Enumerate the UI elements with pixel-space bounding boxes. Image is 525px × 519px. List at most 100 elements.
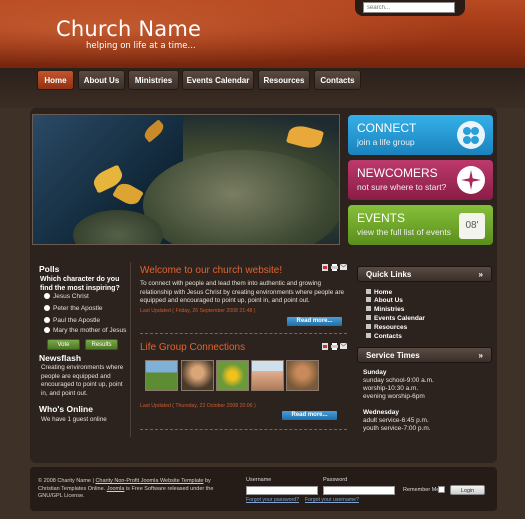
results-button[interactable]: Results [85,339,118,350]
service-line: sunday school-9:00 a.m. [363,377,434,384]
site-slogan: helping on life at a time... [86,41,196,51]
gallery-thumbnail[interactable] [145,360,178,391]
remember-me-checkbox[interactable] [438,486,445,493]
nav-about-us[interactable]: About Us [78,70,125,90]
footer-copyright: © 2008 Charity Name | Charity Non-Profit… [38,478,228,501]
search-container [355,0,465,16]
forgot-username-link[interactable]: Forgot your username? [305,497,359,503]
radio-button[interactable] [44,317,50,323]
calendar-icon: 08' [459,213,485,239]
service-line: adult service-6:45 p.m. [363,417,429,424]
poll-option[interactable]: Peter the Apostle [44,305,103,312]
poll-option-label: Mary the mother of Jesus [53,327,127,334]
article-body: To connect with people and lead them int… [140,280,345,305]
bullet-icon [366,297,371,302]
email-icon[interactable] [339,263,348,270]
polls-heading: Polls [39,264,60,274]
service-line: youth service-7:00 p.m. [363,425,431,432]
gallery-thumbnail[interactable] [251,360,284,391]
quick-link-label: Ministries [374,306,405,313]
poll-option-label: Paul the Apostle [53,317,100,324]
remember-me-label: Remember Me [403,487,440,493]
radio-button[interactable] [44,305,50,311]
vote-button[interactable]: Vote [47,339,80,350]
copyright-text: © 2008 Charity Name | [38,478,94,484]
print-icon[interactable] [331,264,338,271]
poll-option[interactable]: Jesus Christ [44,293,89,300]
nav-events-calendar[interactable]: Events Calendar [182,70,254,90]
quick-link-events-calendar[interactable]: Events Calendar [366,315,425,322]
promo-title: CONNECT [357,121,417,135]
email-icon[interactable] [339,342,348,349]
newsflash-text: Creating environments where people are e… [41,364,124,397]
service-times-header[interactable]: Service Times » [357,347,492,363]
quick-link-label: Events Calendar [374,315,425,322]
password-label: Password [323,477,348,483]
poll-question: Which character do you find the most ins… [40,276,120,292]
article-separator [140,333,347,335]
read-more-button[interactable]: Read more... [287,317,342,326]
forgot-password-link[interactable]: Forgot your password? [246,497,299,503]
search-input[interactable] [363,2,455,13]
service-times-sunday: Sunday sunday school-9:00 a.m. worship-1… [363,369,434,401]
people-icon [457,121,485,149]
pdf-icon[interactable] [322,264,328,271]
quick-link-resources[interactable]: Resources [366,324,407,331]
compass-icon [457,166,485,194]
gallery-thumbnail[interactable] [216,360,249,391]
quick-link-home[interactable]: Home [366,289,392,296]
pdf-icon[interactable] [322,343,328,350]
bullet-icon [366,315,371,320]
article-separator [140,429,347,431]
bullet-icon [366,333,371,338]
chevron-down-icon[interactable]: » [479,348,483,364]
sunday-label: Sunday [363,369,387,376]
joomla-link[interactable]: Joomla [107,486,125,492]
nav-home[interactable]: Home [37,70,74,90]
promo-subtitle: not sure where to start? [357,182,447,192]
nav-resources[interactable]: Resources [258,70,310,90]
promo-connect[interactable]: CONNECT join a life group [348,115,493,155]
password-input[interactable] [323,486,395,495]
promo-events[interactable]: EVENTS view the full list of events 08' [348,205,493,245]
article-title[interactable]: Life Group Connections [140,342,245,353]
poll-option-label: Jesus Christ [53,293,89,300]
username-label: Username [246,477,272,483]
quick-links-header[interactable]: Quick Links » [357,266,492,282]
poll-option[interactable]: Paul the Apostle [44,317,100,324]
promo-newcomers[interactable]: NEWCOMERS not sure where to start? [348,160,493,200]
username-input[interactable] [246,486,318,495]
template-link[interactable]: Charity Non-Profit Joomla Website Templa… [95,478,203,484]
service-times-wednesday: Wednesday adult service-6:45 p.m. youth … [363,409,431,433]
nav-contacts[interactable]: Contacts [314,70,361,90]
quick-link-about-us[interactable]: About Us [366,297,403,304]
article-title[interactable]: Welcome to our church website! [140,265,282,276]
read-more-button[interactable]: Read more... [282,411,337,420]
newsflash-heading: Newsflash [39,353,82,363]
print-icon[interactable] [331,343,338,350]
login-button[interactable]: Login [450,485,485,495]
promo-subtitle: join a life group [357,137,415,147]
promo-title: EVENTS [357,211,406,225]
gallery-thumbnail[interactable] [181,360,214,391]
poll-option-label: Peter the Apostle [53,305,103,312]
gallery-thumbnail[interactable] [286,360,319,391]
banner-image [32,114,340,245]
radio-button[interactable] [44,293,50,299]
quick-link-contacts[interactable]: Contacts [366,333,402,340]
promo-title: NEWCOMERS [357,166,438,180]
radio-button[interactable] [44,327,50,333]
whos-online-text: We have 1 guest online [41,416,107,423]
quick-link-label: Resources [374,324,408,331]
nav-ministries[interactable]: Ministries [128,70,179,90]
chevron-down-icon[interactable]: » [479,267,483,283]
quick-link-label: About Us [374,297,403,304]
service-line: evening worship-6pm [363,393,425,400]
bullet-icon [366,289,371,294]
bullet-icon [366,324,371,329]
banner-leaf [285,122,325,152]
site-title[interactable]: Church Name [56,17,201,41]
quick-link-ministries[interactable]: Ministries [366,306,404,313]
service-times-title: Service Times [366,351,420,360]
poll-option[interactable]: Mary the mother of Jesus [44,327,126,334]
